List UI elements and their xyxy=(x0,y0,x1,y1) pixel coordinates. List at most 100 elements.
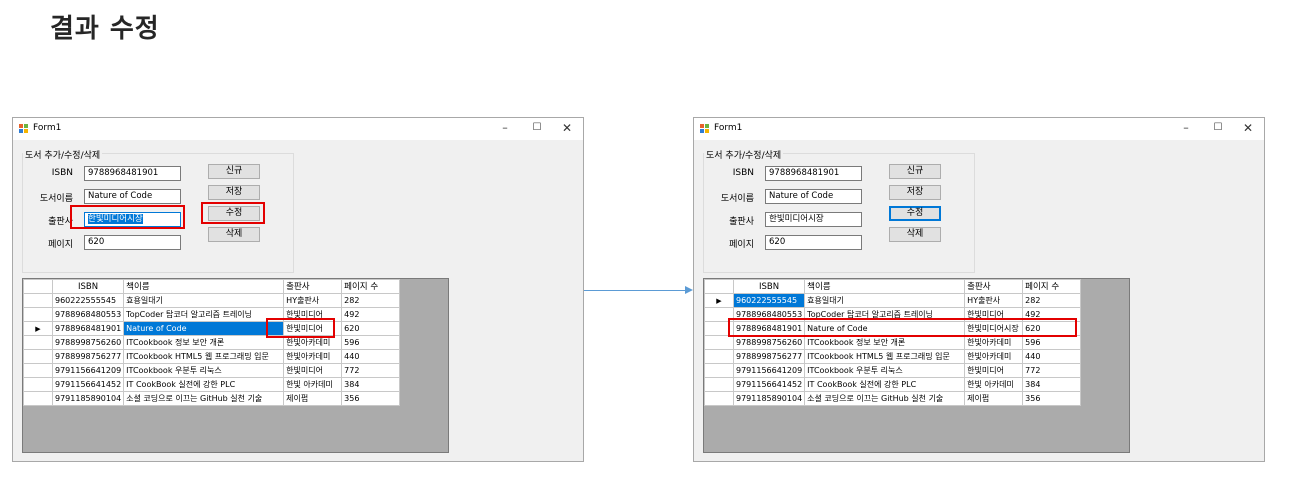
edit-button[interactable]: 수정 xyxy=(889,206,941,221)
cell-publisher[interactable]: HY출판사 xyxy=(964,293,1024,308)
table-row[interactable]: 9788998756260 ITCookbook 정보 보안 개론 한빛아카데미… xyxy=(704,335,1082,350)
table-row[interactable]: 960222555545 효용일대기 HY출판사 282 xyxy=(23,293,401,308)
cell-publisher[interactable]: 한빛 아카데미 xyxy=(283,377,343,392)
column-header-title[interactable]: 책이름 xyxy=(123,279,285,294)
minimize-icon[interactable]: – xyxy=(1177,120,1195,136)
save-button[interactable]: 저장 xyxy=(889,185,941,200)
title-field[interactable]: Nature of Code xyxy=(765,189,862,204)
row-header[interactable] xyxy=(704,391,734,406)
cell-isbn[interactable]: 9791185890104 xyxy=(51,391,125,406)
table-row[interactable]: 9791185890104 소셜 코딩으로 이끄는 GitHub 실천 기술 제… xyxy=(23,391,401,406)
table-row[interactable]: 9788968480553 TopCoder 탑코더 알고리즘 트레이닝 한빛미… xyxy=(23,307,401,322)
row-header[interactable] xyxy=(23,349,53,364)
cell-isbn-selected[interactable]: 960222555545 xyxy=(732,293,806,308)
isbn-field[interactable]: 9788968481901 xyxy=(84,166,181,181)
save-button[interactable]: 저장 xyxy=(208,185,260,200)
maximize-icon[interactable]: ☐ xyxy=(528,120,546,136)
cell-title[interactable]: IT CookBook 실전에 강한 PLC xyxy=(804,377,966,392)
pages-field[interactable]: 620 xyxy=(84,235,181,250)
column-header-pages[interactable]: 페이지 수 xyxy=(341,279,401,294)
table-row[interactable]: 9791156641452 IT CookBook 실전에 강한 PLC 한빛 … xyxy=(23,377,401,392)
column-header-title[interactable]: 책이름 xyxy=(804,279,966,294)
table-row[interactable]: 9788998756277 ITCookbook HTML5 웹 프로그래밍 입… xyxy=(23,349,401,364)
cell-publisher[interactable]: 제이펍 xyxy=(283,391,343,406)
delete-button[interactable]: 삭제 xyxy=(208,227,260,242)
row-header[interactable] xyxy=(23,335,53,350)
new-button[interactable]: 신규 xyxy=(208,164,260,179)
table-row[interactable]: 9791156641452 IT CookBook 실전에 강한 PLC 한빛 … xyxy=(704,377,1082,392)
row-header[interactable] xyxy=(23,377,53,392)
cell-pages[interactable]: 282 xyxy=(341,293,401,308)
cell-isbn[interactable]: 960222555545 xyxy=(51,293,125,308)
table-row-current[interactable]: ▶ 9788968481901 Nature of Code 한빛미디어 620 xyxy=(23,321,401,336)
current-row-marker-icon[interactable]: ▶ xyxy=(23,321,53,336)
new-button[interactable]: 신규 xyxy=(889,164,941,179)
cell-title[interactable]: TopCoder 탑코더 알고리즘 트레이닝 xyxy=(123,307,285,322)
table-row[interactable]: 9791156641209 ITCookbook 우분투 리눅스 한빛미디어 7… xyxy=(23,363,401,378)
cell-title[interactable]: IT CookBook 실전에 강한 PLC xyxy=(123,377,285,392)
title-bar[interactable]: Form1 – ☐ ✕ xyxy=(13,118,583,140)
row-header[interactable] xyxy=(23,363,53,378)
cell-publisher[interactable]: 제이펍 xyxy=(964,391,1024,406)
row-header[interactable] xyxy=(704,363,734,378)
cell-pages[interactable]: 492 xyxy=(341,307,401,322)
cell-pages[interactable]: 772 xyxy=(341,363,401,378)
cell-isbn[interactable]: 9788998756260 xyxy=(732,335,806,350)
row-header[interactable] xyxy=(704,335,734,350)
cell-isbn[interactable]: 9791156641452 xyxy=(51,377,125,392)
row-header[interactable] xyxy=(23,307,53,322)
row-header[interactable] xyxy=(23,391,53,406)
table-row[interactable]: 9788998756260 ITCookbook 정보 보안 개론 한빛아카데미… xyxy=(23,335,401,350)
delete-button[interactable]: 삭제 xyxy=(889,227,941,242)
cell-title[interactable]: 소셜 코딩으로 이끄는 GitHub 실천 기술 xyxy=(123,391,285,406)
grid-corner[interactable] xyxy=(704,279,734,294)
cell-publisher[interactable]: 한빛아카데미 xyxy=(283,349,343,364)
cell-isbn[interactable]: 9788998756260 xyxy=(51,335,125,350)
cell-title[interactable]: ITCookbook 우분투 리눅스 xyxy=(123,363,285,378)
cell-pages[interactable]: 384 xyxy=(1022,377,1082,392)
column-header-isbn[interactable]: ISBN xyxy=(732,279,806,294)
cell-pages[interactable]: 356 xyxy=(1022,391,1082,406)
publisher-field[interactable]: 한빛미디어시장 xyxy=(765,212,862,227)
cell-pages[interactable]: 620 xyxy=(341,321,401,336)
column-header-publisher[interactable]: 출판사 xyxy=(283,279,343,294)
current-row-marker-icon[interactable]: ▶ xyxy=(704,293,734,308)
cell-publisher[interactable]: 한빛아카데미 xyxy=(964,349,1024,364)
cell-title[interactable]: ITCookbook 정보 보안 개론 xyxy=(804,335,966,350)
pages-field[interactable]: 620 xyxy=(765,235,862,250)
cell-pages[interactable]: 384 xyxy=(341,377,401,392)
column-header-isbn[interactable]: ISBN xyxy=(51,279,125,294)
book-datagrid[interactable]: ISBN 책이름 출판사 페이지 수 960222555545 효용일대기 HY… xyxy=(22,278,449,453)
cell-title[interactable]: ITCookbook 우분투 리눅스 xyxy=(804,363,966,378)
close-icon[interactable]: ✕ xyxy=(558,120,576,136)
cell-publisher[interactable]: 한빛미디어 xyxy=(283,363,343,378)
cell-isbn[interactable]: 9791185890104 xyxy=(732,391,806,406)
grid-corner[interactable] xyxy=(23,279,53,294)
cell-pages[interactable]: 772 xyxy=(1022,363,1082,378)
book-datagrid[interactable]: ISBN 책이름 출판사 페이지 수 ▶ 960222555545 효용일대기 … xyxy=(703,278,1130,453)
cell-pages[interactable]: 282 xyxy=(1022,293,1082,308)
table-row[interactable]: 9791185890104 소셜 코딩으로 이끄는 GitHub 실천 기술 제… xyxy=(704,391,1082,406)
isbn-field[interactable]: 9788968481901 xyxy=(765,166,862,181)
cell-pages[interactable]: 596 xyxy=(341,335,401,350)
cell-title[interactable]: 효용일대기 xyxy=(804,293,966,308)
title-bar[interactable]: Form1 – ☐ ✕ xyxy=(694,118,1264,140)
cell-title[interactable]: 효용일대기 xyxy=(123,293,285,308)
cell-isbn[interactable]: 9791156641209 xyxy=(732,363,806,378)
column-header-pages[interactable]: 페이지 수 xyxy=(1022,279,1082,294)
cell-isbn[interactable]: 9788998756277 xyxy=(732,349,806,364)
row-header[interactable] xyxy=(23,293,53,308)
cell-isbn[interactable]: 9788998756277 xyxy=(51,349,125,364)
table-row[interactable]: 9788998756277 ITCookbook HTML5 웹 프로그래밍 입… xyxy=(704,349,1082,364)
cell-pages[interactable]: 440 xyxy=(341,349,401,364)
cell-pages[interactable]: 440 xyxy=(1022,349,1082,364)
cell-title-selected[interactable]: Nature of Code xyxy=(123,321,285,336)
cell-isbn[interactable]: 9791156641209 xyxy=(51,363,125,378)
cell-title[interactable]: ITCookbook HTML5 웹 프로그래밍 입문 xyxy=(804,349,966,364)
minimize-icon[interactable]: – xyxy=(496,120,514,136)
column-header-publisher[interactable]: 출판사 xyxy=(964,279,1024,294)
cell-publisher[interactable]: 한빛아카데미 xyxy=(964,335,1024,350)
cell-publisher[interactable]: 한빛 아카데미 xyxy=(964,377,1024,392)
row-header[interactable] xyxy=(704,377,734,392)
cell-isbn[interactable]: 9788968480553 xyxy=(51,307,125,322)
